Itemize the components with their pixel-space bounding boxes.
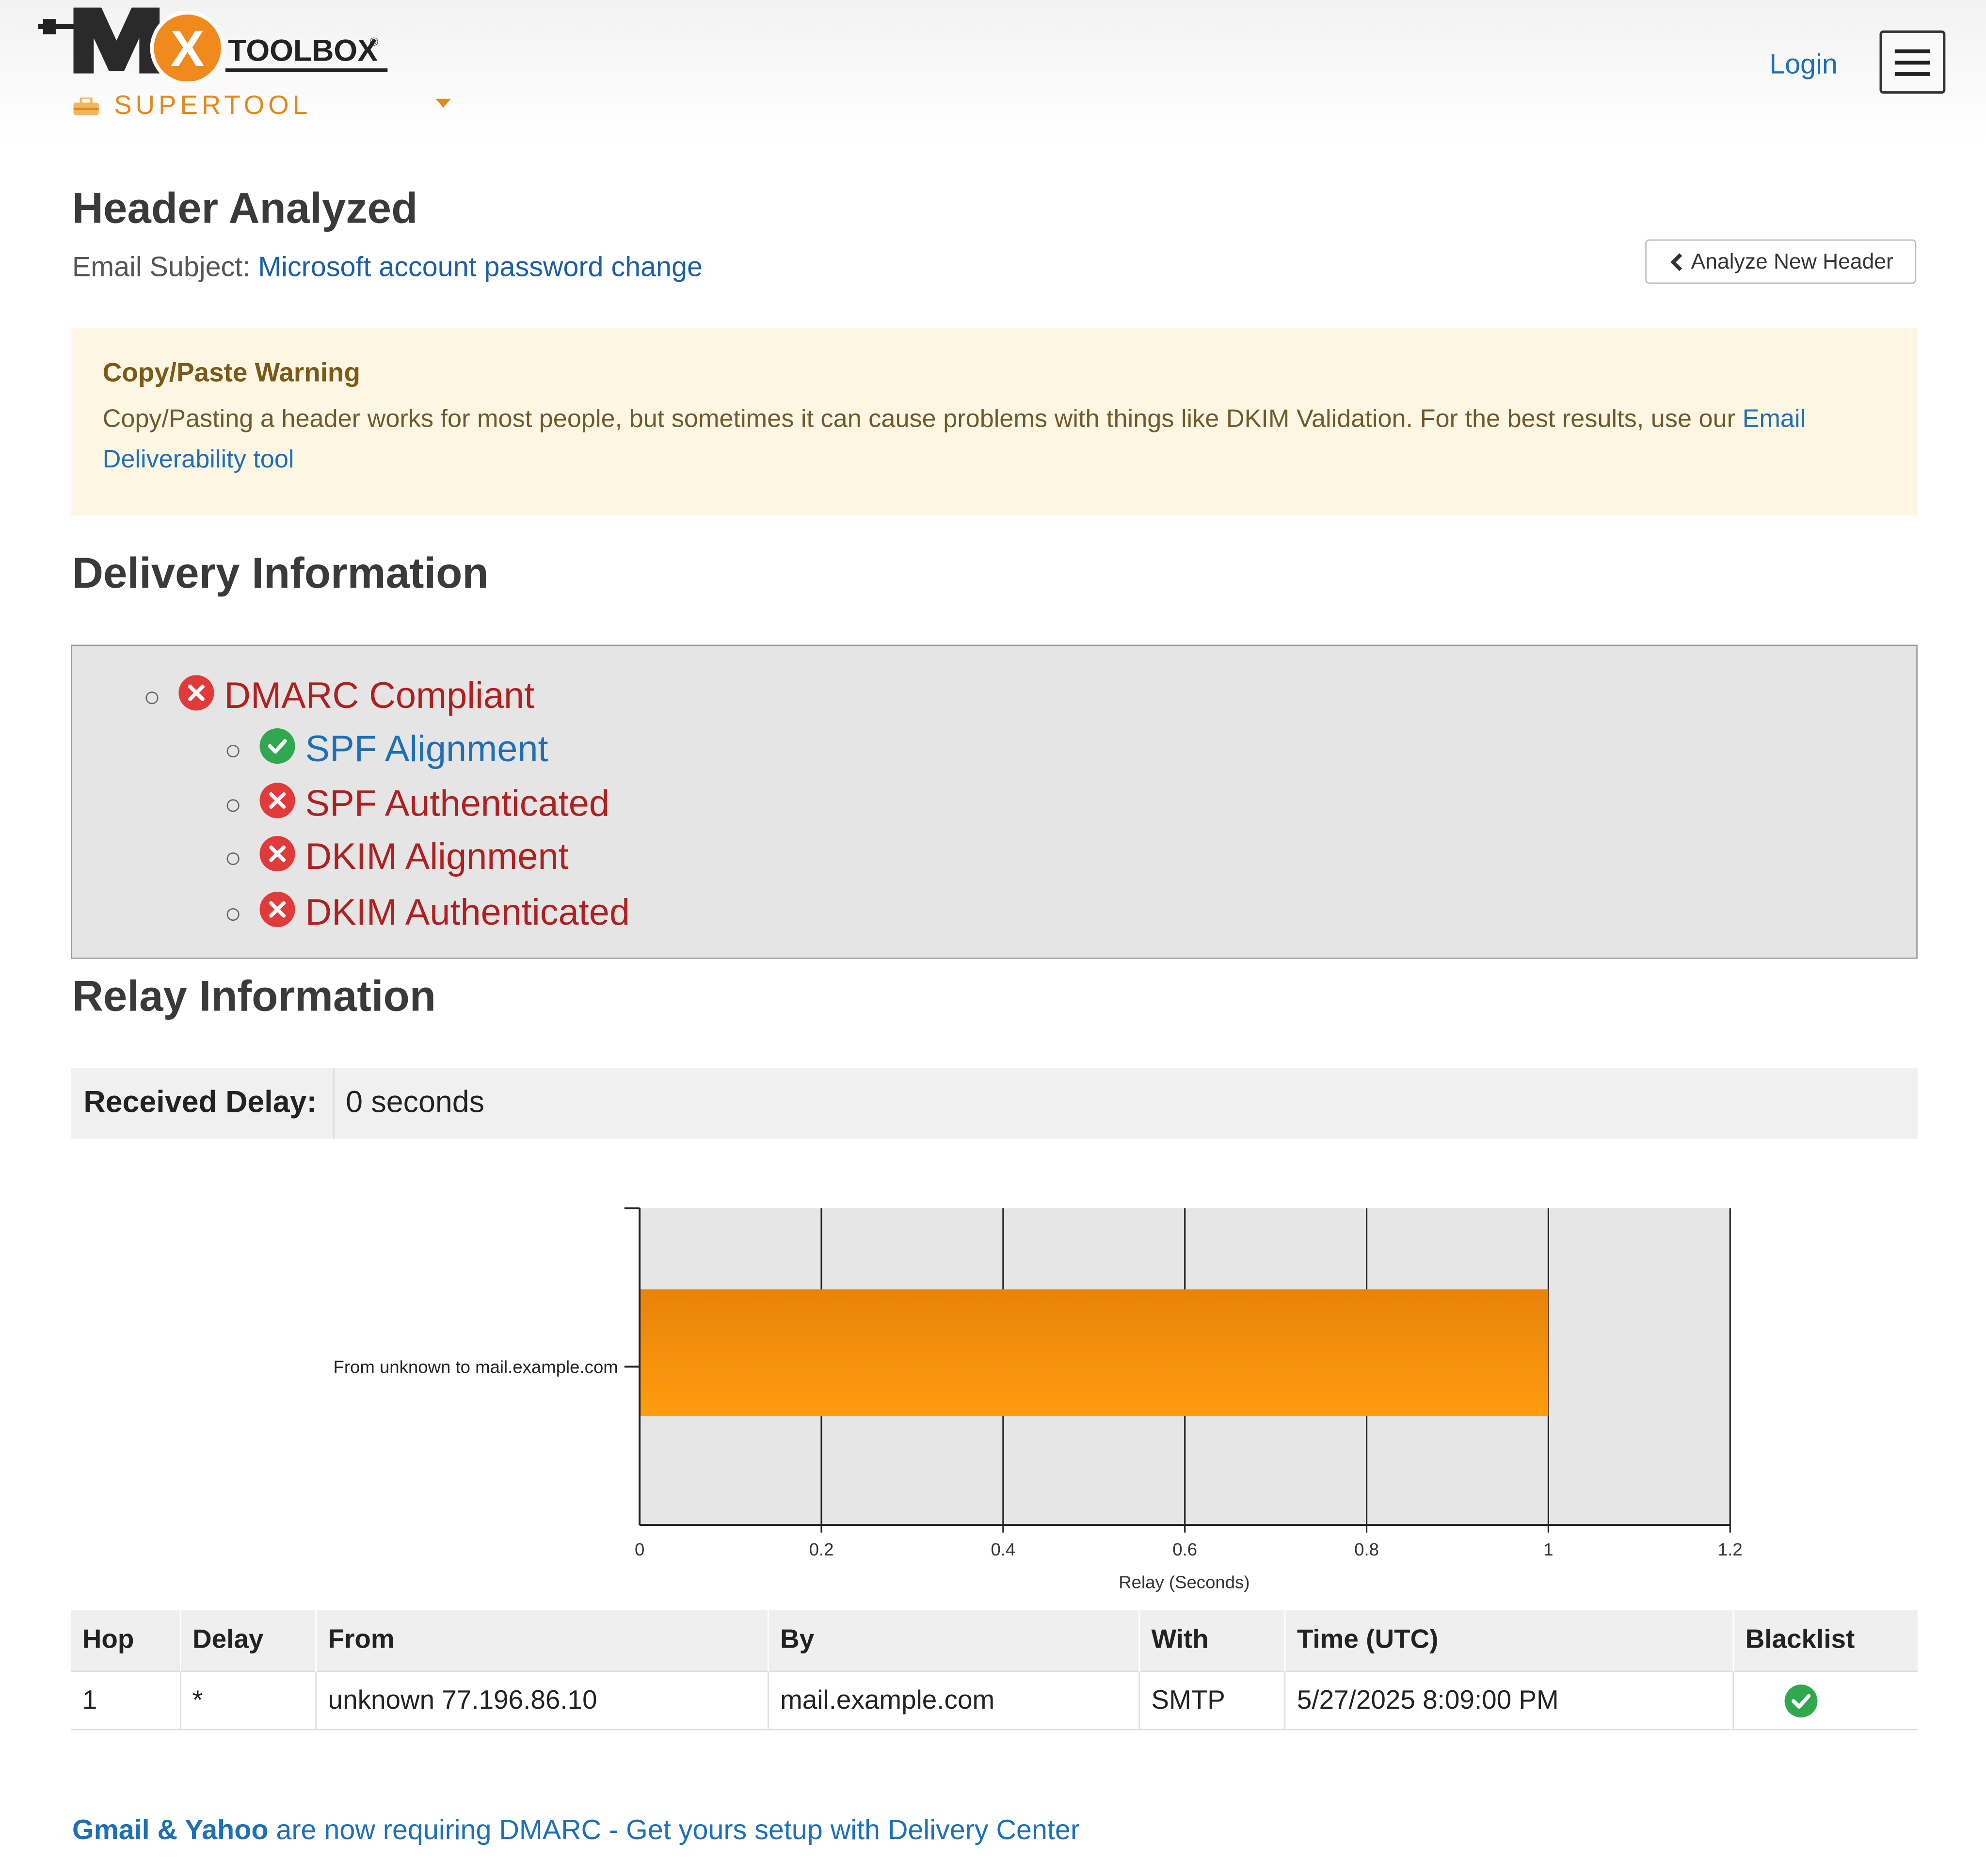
with-cell: SMTP	[1138, 1670, 1285, 1731]
caret-down-icon[interactable]	[435, 98, 451, 108]
dmarc-compliant-label: DMARC Compliant	[224, 676, 535, 717]
hamburger-menu-button[interactable]	[1879, 30, 1946, 94]
delivery-center-promo-link[interactable]: Gmail & Yahoo are now requiring DMARC - …	[72, 1814, 1080, 1847]
email-subject: Email Subject: Microsoft account passwor…	[72, 251, 703, 284]
copy-paste-warning: Copy/Paste Warning Copy/Pasting a header…	[71, 328, 1918, 516]
hop-cell: 1	[71, 1670, 181, 1731]
x-circle-icon	[259, 891, 295, 927]
relay-information-heading: Relay Information	[72, 973, 436, 1021]
x-circle-icon	[259, 835, 295, 871]
bullet	[226, 851, 240, 865]
dkim-alignment-item[interactable]: DKIM Alignment	[226, 835, 569, 879]
login-link[interactable]: Login	[1769, 48, 1838, 81]
bullet	[226, 798, 240, 812]
check-circle-icon[interactable]	[1783, 1683, 1819, 1718]
dmarc-compliant-item[interactable]: DMARC Compliant	[145, 674, 535, 718]
x-tick-label: 0.8	[1354, 1539, 1379, 1559]
dkim-alignment-label: DKIM Alignment	[305, 837, 569, 878]
relay-bar[interactable]	[640, 1289, 1549, 1416]
col-from[interactable]: From	[315, 1610, 769, 1671]
col-hop[interactable]: Hop	[71, 1610, 181, 1671]
hamburger-icon	[1894, 48, 1930, 53]
promo-bold-text: Gmail & Yahoo	[72, 1813, 269, 1845]
page-title: Header Analyzed	[72, 185, 418, 233]
x-circle-icon	[178, 674, 214, 710]
col-blacklist[interactable]: Blacklist	[1732, 1610, 1918, 1671]
blacklist-cell[interactable]	[1732, 1670, 1918, 1731]
time-cell: 5/27/2025 8:09:00 PM	[1284, 1670, 1733, 1731]
warning-title: Copy/Paste Warning	[102, 358, 360, 388]
hops-header-row: Hop Delay From By With Time (UTC) Blackl…	[71, 1610, 1918, 1671]
x-circle-icon	[259, 782, 295, 818]
col-by[interactable]: By	[767, 1610, 1139, 1671]
chevron-left-icon	[1670, 252, 1682, 271]
col-delay[interactable]: Delay	[179, 1610, 316, 1671]
email-subject-value[interactable]: Microsoft account password change	[258, 251, 703, 282]
delivery-information-heading: Delivery Information	[72, 549, 489, 598]
bullet	[145, 690, 159, 704]
by-cell: mail.example.com	[767, 1670, 1139, 1731]
svg-text:®: ®	[370, 35, 378, 48]
table-row: 1 * unknown 77.196.86.10 mail.example.co…	[71, 1670, 1918, 1731]
analyze-new-header-button[interactable]: Analyze New Header	[1645, 239, 1917, 284]
mxtoolbox-logo[interactable]: X TOOLBOX ®	[38, 2, 405, 81]
x-tick-label: 0.6	[1172, 1539, 1197, 1559]
bullet	[226, 907, 240, 920]
toolbox-icon	[73, 97, 99, 115]
spf-authenticated-label: SPF Authenticated	[305, 784, 610, 825]
check-circle-icon	[259, 727, 295, 763]
supertool-dropdown[interactable]: SUPERTOOL	[73, 91, 451, 122]
received-delay-label: Received Delay:	[71, 1068, 335, 1139]
received-delay-value: 0 seconds	[346, 1085, 484, 1120]
x-tick-label: 0.4	[991, 1539, 1015, 1559]
x-axis-label: Relay (Seconds)	[1119, 1572, 1249, 1592]
promo-text: are now requiring DMARC - Get yours setu…	[268, 1813, 1080, 1845]
x-tick-label: 1	[1543, 1539, 1553, 1559]
supertool-label: SUPERTOOL	[114, 91, 312, 121]
spf-alignment-label: SPF Alignment	[305, 729, 548, 770]
logo-wordmark: TOOLBOX	[228, 33, 378, 67]
x-tick-label: 0.2	[809, 1539, 834, 1559]
x-tick-label: 0	[635, 1539, 644, 1559]
bullet	[226, 744, 240, 757]
received-delay-table: Received Delay: 0 seconds	[71, 1068, 1918, 1139]
col-time[interactable]: Time (UTC)	[1284, 1610, 1733, 1671]
delivery-information-panel: DMARC Compliant SPF Alignment SPF Authen…	[71, 644, 1918, 959]
warning-text: Copy/Pasting a header works for most peo…	[102, 405, 1743, 433]
dkim-authenticated-label: DKIM Authenticated	[305, 893, 630, 934]
dkim-authenticated-item[interactable]: DKIM Authenticated	[226, 891, 630, 935]
from-cell: unknown 77.196.86.10	[315, 1670, 769, 1731]
svg-text:X: X	[171, 20, 205, 77]
analyze-new-header-label: Analyze New Header	[1691, 249, 1893, 273]
y-category-label: From unknown to mail.example.com	[334, 1357, 618, 1377]
hops-table: Hop Delay From By With Time (UTC) Blackl…	[71, 1610, 1918, 1731]
spf-alignment-item[interactable]: SPF Alignment	[226, 727, 548, 771]
relay-chart: 0 0.2 0.4 0.6 0.8 1 1.2 From unknown to mail.e…	[334, 1207, 1743, 1592]
warning-body: Copy/Pasting a header works for most peo…	[103, 399, 1886, 480]
col-with[interactable]: With	[1138, 1610, 1285, 1671]
spf-authenticated-item[interactable]: SPF Authenticated	[226, 782, 610, 826]
email-subject-label: Email Subject:	[72, 251, 251, 283]
x-tick-label: 1.2	[1718, 1539, 1743, 1559]
delay-cell: *	[179, 1670, 316, 1731]
